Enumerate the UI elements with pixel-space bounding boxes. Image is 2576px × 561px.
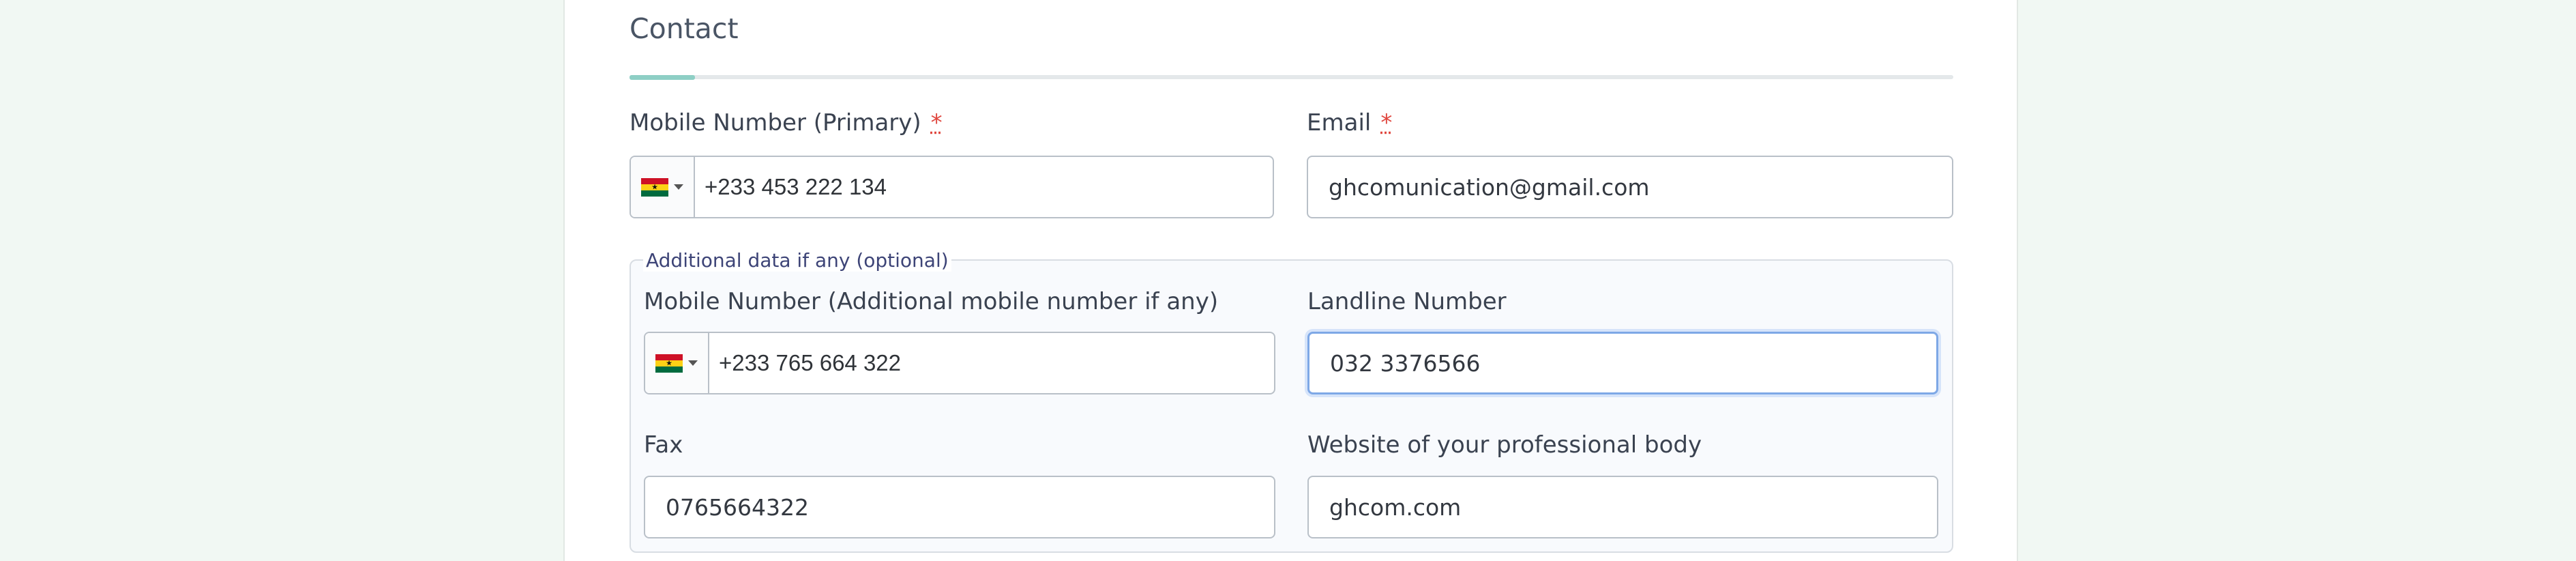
primary-mobile-input[interactable]: +233 453 222 134 xyxy=(695,157,887,217)
section-divider-accent xyxy=(630,75,695,80)
additional-mobile-field[interactable]: ★ +233 765 664 322 xyxy=(644,332,1275,394)
email-input[interactable]: ghcomunication@gmail.com xyxy=(1307,156,1953,218)
section-title: Contact xyxy=(630,12,739,45)
country-code-selector[interactable]: ★ xyxy=(645,333,709,393)
caret-down-icon xyxy=(674,184,683,190)
primary-mobile-label: Mobile Number (Primary) * xyxy=(630,109,943,136)
landline-label: Landline Number xyxy=(1307,288,1507,315)
additional-mobile-label: Mobile Number (Additional mobile number … xyxy=(644,288,1219,315)
fax-label: Fax xyxy=(644,431,683,459)
required-indicator: * xyxy=(930,109,943,136)
primary-mobile-field[interactable]: ★ +233 453 222 134 xyxy=(630,156,1274,218)
fieldset-legend: Additional data if any (optional) xyxy=(643,249,951,272)
ghana-flag-icon: ★ xyxy=(641,177,668,197)
additional-data-fieldset: Additional data if any (optional) Mobile… xyxy=(630,249,1953,553)
additional-mobile-input[interactable]: +233 765 664 322 xyxy=(709,333,901,393)
ghana-flag-icon: ★ xyxy=(655,354,683,373)
required-indicator: * xyxy=(1380,109,1393,136)
primary-mobile-label-text: Mobile Number (Primary) xyxy=(630,109,921,136)
website-input[interactable]: ghcom.com xyxy=(1307,476,1938,538)
website-label: Website of your professional body xyxy=(1307,431,1702,459)
landline-input[interactable]: 032 3376566 xyxy=(1307,332,1938,394)
country-code-selector[interactable]: ★ xyxy=(631,157,695,217)
email-label: Email * xyxy=(1307,109,1392,136)
section-divider xyxy=(630,75,1953,80)
caret-down-icon xyxy=(688,360,698,366)
form-panel: Contact Mobile Number (Primary) * ★ +233 … xyxy=(563,0,2018,561)
fax-input[interactable]: 0765664322 xyxy=(644,476,1275,538)
email-label-text: Email xyxy=(1307,109,1372,136)
